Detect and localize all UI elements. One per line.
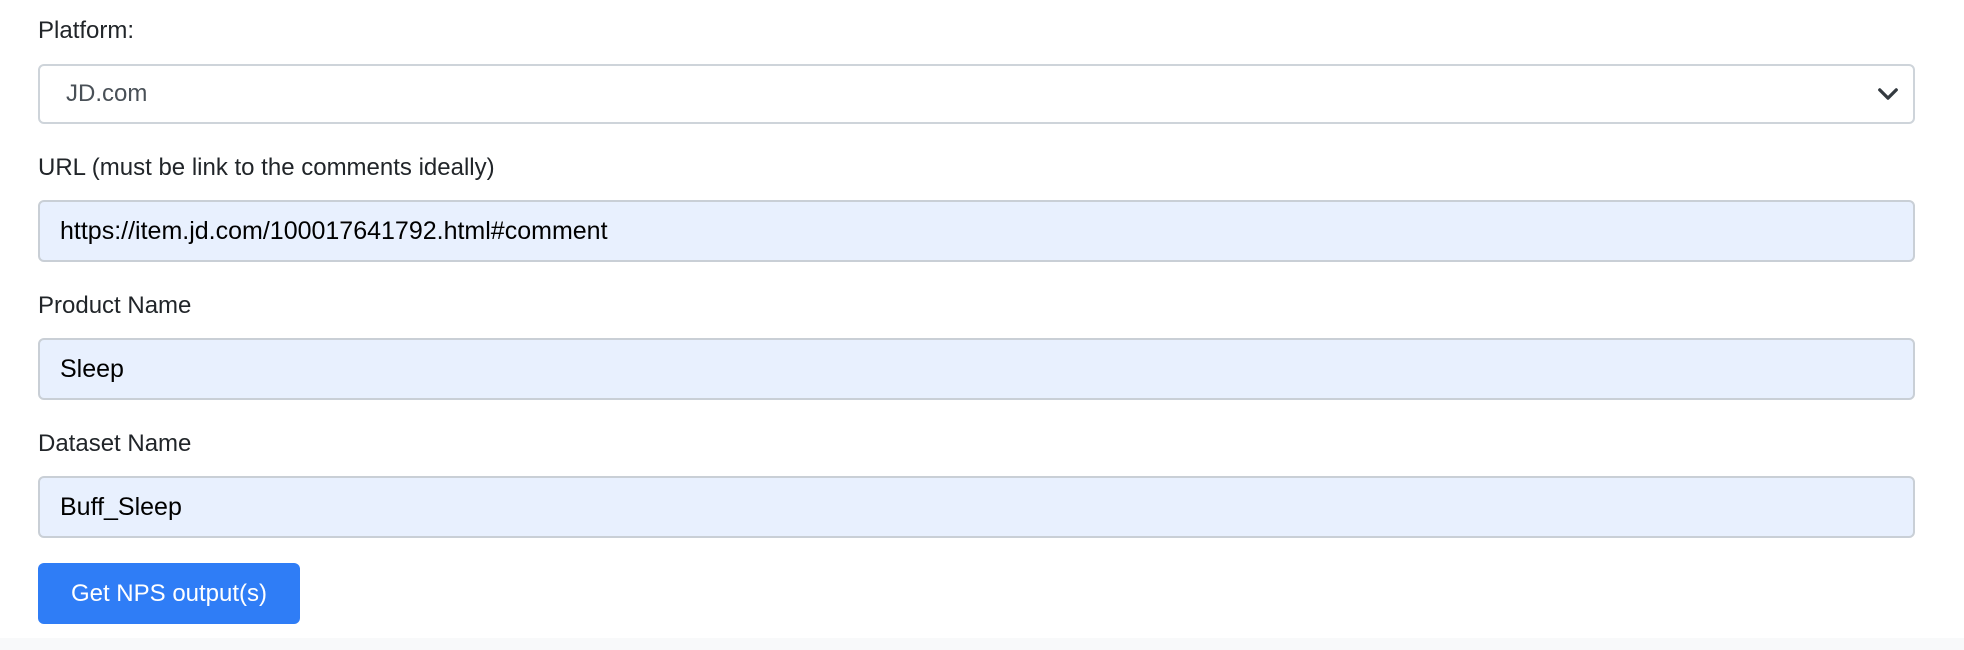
nps-form: Platform: JD.com URL (must be link to th… [0,0,1964,650]
url-label: URL (must be link to the comments ideall… [38,154,495,181]
product-name-input[interactable]: Sleep [38,338,1915,400]
platform-selected-value: JD.com [66,80,148,107]
dataset-name-input[interactable]: Buff_Sleep [38,476,1915,538]
chevron-down-icon [1878,88,1898,100]
dataset-name-label: Dataset Name [38,430,192,457]
url-input[interactable]: https://item.jd.com/100017641792.html#co… [38,200,1915,262]
get-nps-output-button[interactable]: Get NPS output(s) [38,563,300,624]
platform-label: Platform: [38,17,135,44]
footer-strip [0,638,1964,650]
product-name-label: Product Name [38,292,192,319]
platform-select[interactable]: JD.com [38,64,1915,124]
